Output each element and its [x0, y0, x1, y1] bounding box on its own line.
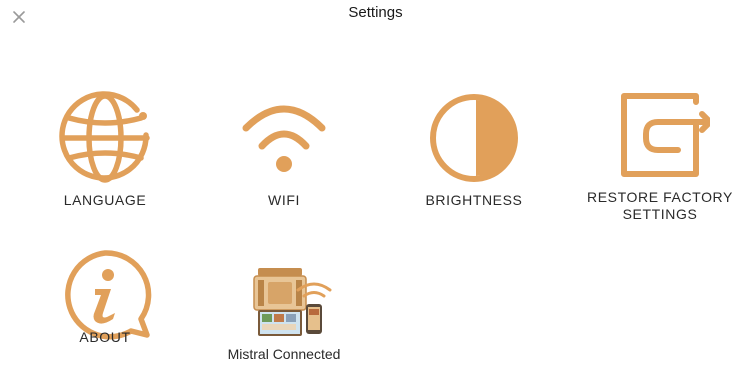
tile-about[interactable]: ABOUT — [30, 245, 180, 349]
tile-brightness-label: BRIGHTNESS — [425, 192, 523, 208]
wifi-icon — [242, 105, 326, 172]
tile-brightness[interactable]: BRIGHTNESS — [399, 88, 549, 212]
tile-mistral-connected-label: Mistral Connected — [227, 346, 341, 362]
tile-restore-label-line2: SETTINGS — [622, 206, 698, 222]
tile-wifi-label: WIFI — [268, 192, 300, 208]
tile-language[interactable]: LANGUAGE — [30, 88, 180, 212]
tile-wifi[interactable]: WIFI — [209, 88, 359, 212]
tile-language-label: LANGUAGE — [63, 192, 147, 208]
page-title: Settings — [348, 4, 403, 21]
tile-restore-label-line1: RESTORE FACTORY — [587, 189, 733, 205]
tile-about-label: ABOUT — [79, 329, 131, 345]
restore-icon — [621, 93, 710, 177]
tile-restore-factory-settings[interactable]: RESTORE FACTORY SETTINGS — [585, 88, 735, 224]
brightness-icon — [430, 94, 518, 182]
mistral-connected-icon — [253, 268, 332, 336]
globe-icon — [59, 91, 150, 183]
tile-mistral-connected[interactable]: Mistral Connected — [209, 260, 359, 364]
